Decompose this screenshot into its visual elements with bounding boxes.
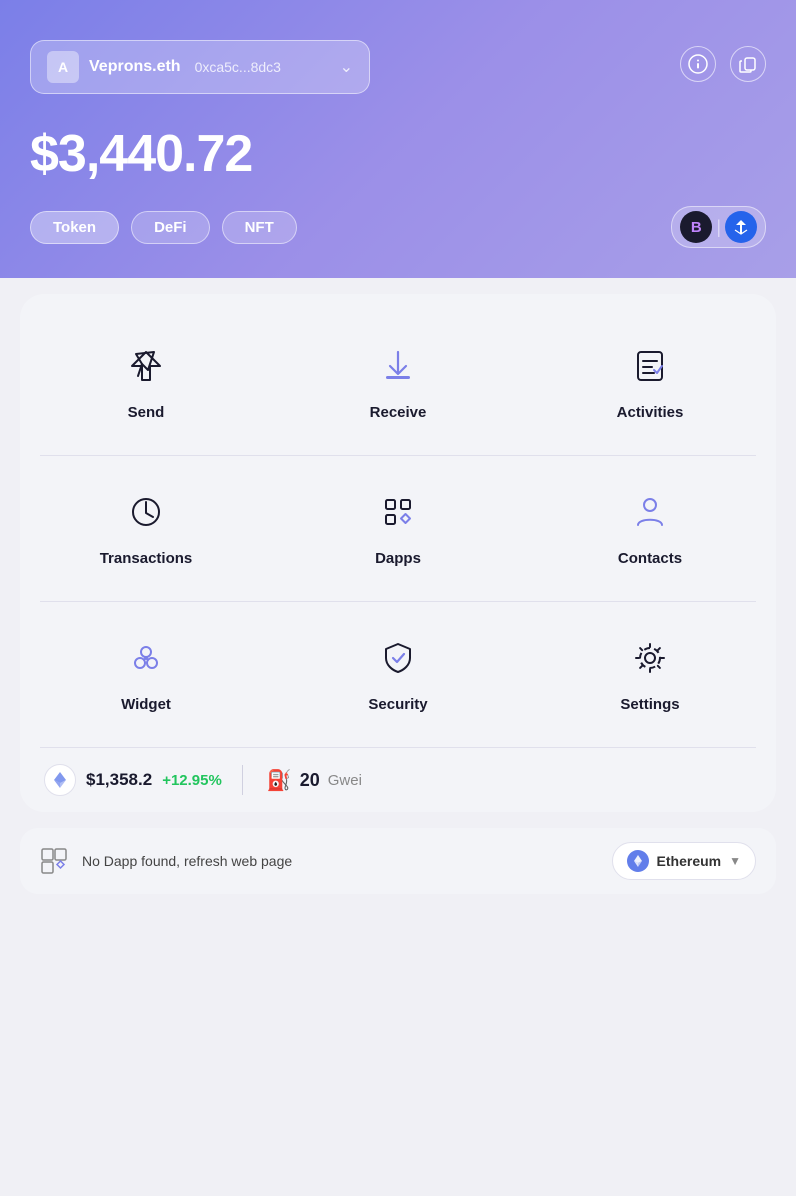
dapps-label: Dapps [375,550,421,567]
receive-label: Receive [370,404,427,421]
activities-button[interactable]: Activities [524,320,776,445]
tab-token[interactable]: Token [30,211,119,244]
balance-amount: $3,440.72 [30,124,766,184]
receive-button[interactable]: Receive [272,320,524,445]
actions-grid-row2: Transactions Dapps [20,456,776,601]
ticker-separator [242,765,243,795]
eth-change: +12.95% [162,772,222,789]
gas-section: ⛽ 20 Gwei [267,768,362,793]
network-name: Ethereum [657,853,722,869]
transactions-label: Transactions [100,550,193,567]
logo-separator: | [716,217,721,238]
contacts-label: Contacts [618,550,682,567]
transactions-button[interactable]: Transactions [20,466,272,591]
gas-amount: 20 [300,770,320,791]
ticker-row: $1,358.2 +12.95% ⛽ 20 Gwei [20,748,776,812]
eth-logo [44,764,76,796]
activities-label: Activities [617,404,684,421]
copy-button[interactable] [730,46,766,82]
m-logo[interactable] [725,211,757,243]
widget-label: Widget [121,696,171,713]
security-icon [372,632,424,684]
gas-unit: Gwei [328,772,362,789]
ethereum-logo [627,850,649,872]
tab-nft[interactable]: NFT [222,211,297,244]
b-logo[interactable]: B [680,211,712,243]
chevron-down-icon: ▼ [729,854,741,868]
activities-icon [624,340,676,392]
chevron-down-icon: ⌄ [340,57,353,77]
dapp-bar: No Dapp found, refresh web page Ethereum… [20,828,776,894]
send-button[interactable]: Send [20,320,272,445]
main-card: Send Receive [20,294,776,812]
avatar: A [47,51,79,83]
transactions-icon [120,486,172,538]
settings-icon [624,632,676,684]
settings-label: Settings [620,696,679,713]
contacts-icon [624,486,676,538]
dapps-button[interactable]: Dapps [272,466,524,591]
chain-logos: B | [671,206,766,248]
gas-icon: ⛽ [267,768,292,793]
security-button[interactable]: Security [272,612,524,737]
settings-button[interactable]: Settings [524,612,776,737]
tabs-row: Token DeFi NFT B | [30,206,766,248]
receive-icon [372,340,424,392]
widget-button[interactable]: Widget [20,612,272,737]
address-bar[interactable]: A Veprons.eth 0xca5c...8dc3 ⌄ [30,40,370,94]
eth-price: $1,358.2 [86,770,152,790]
dapps-icon [372,486,424,538]
actions-grid-row3: Widget Security Settings [20,602,776,747]
account-name: Veprons.eth [89,58,181,76]
dapp-message: No Dapp found, refresh web page [82,853,292,869]
header-actions [680,46,766,82]
security-label: Security [368,696,427,713]
dapp-icon [40,847,68,875]
info-button[interactable] [680,46,716,82]
network-pill[interactable]: Ethereum ▼ [612,842,756,880]
actions-grid: Send Receive [20,310,776,455]
header: A Veprons.eth 0xca5c...8dc3 ⌄ $3,44 [0,0,796,278]
send-label: Send [128,404,165,421]
send-icon [120,340,172,392]
account-address: 0xca5c...8dc3 [195,59,281,75]
tab-defi[interactable]: DeFi [131,211,210,244]
widget-icon [120,632,172,684]
contacts-button[interactable]: Contacts [524,466,776,591]
